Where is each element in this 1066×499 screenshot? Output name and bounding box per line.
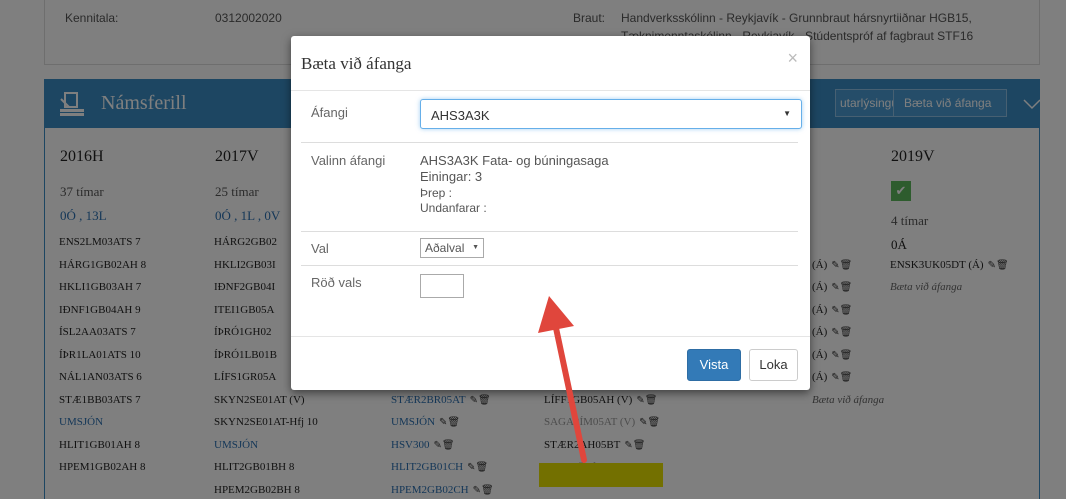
close-icon[interactable]: × — [787, 48, 798, 69]
close-button[interactable]: Loka — [749, 349, 798, 381]
selected-course-row: Valinn áfangi AHS3A3K Fata- og búningasa… — [301, 143, 798, 232]
val-select[interactable]: Aðalval ▼ — [420, 238, 484, 258]
val-row: Val Aðalval ▼ — [301, 232, 798, 266]
afangi-label: Áfangi — [311, 105, 348, 120]
order-row: Röð vals — [301, 266, 798, 326]
rod-vals-label: Röð vals — [311, 275, 362, 290]
course-select[interactable]: AHS3A3K ▼ — [420, 99, 802, 129]
val-label: Val — [311, 241, 329, 256]
add-course-modal: Bæta við áfanga × Áfangi AHS3A3K ▼ Valin… — [291, 36, 810, 390]
selected-course-level: Þrep : — [420, 186, 453, 200]
selected-course-units: Einingar: 3 — [420, 169, 483, 184]
modal-title: Bæta við áfanga — [301, 54, 412, 73]
modal-footer: Vista Loka — [291, 336, 810, 390]
selected-course-prereq: Undanfarar : — [420, 201, 487, 215]
course-select-value: AHS3A3K — [431, 108, 490, 123]
valinn-label: Valinn áfangi — [311, 153, 386, 168]
caret-down-icon: ▼ — [472, 244, 479, 251]
caret-down-icon: ▼ — [783, 109, 791, 118]
modal-header: Bæta við áfanga × — [291, 36, 810, 91]
course-select-row: Áfangi AHS3A3K ▼ — [301, 91, 802, 143]
save-button[interactable]: Vista — [687, 349, 741, 381]
val-select-value: Aðalval — [425, 241, 465, 255]
order-input[interactable] — [420, 274, 464, 298]
selected-course-name: AHS3A3K Fata- og búningasaga — [420, 153, 609, 168]
